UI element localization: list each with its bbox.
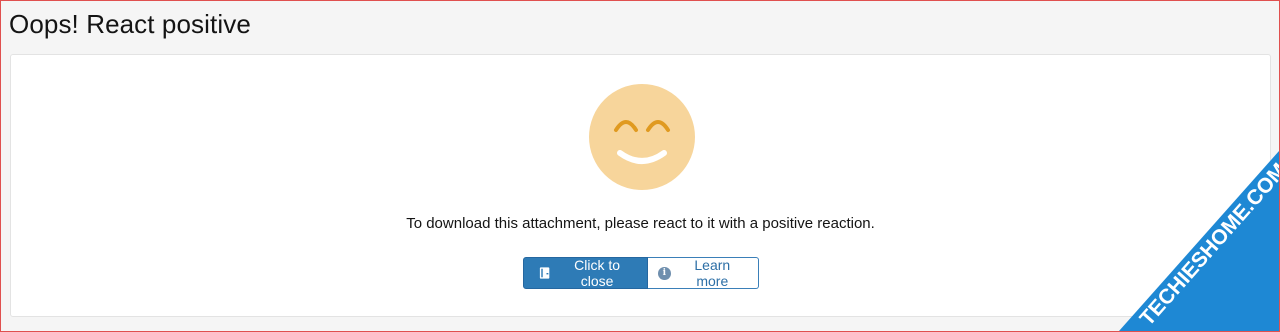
info-icon: i bbox=[658, 266, 671, 280]
learn-more-button[interactable]: i Learn more bbox=[648, 257, 759, 289]
smiling-face-icon bbox=[589, 84, 695, 190]
book-icon bbox=[539, 267, 550, 279]
overlay-title: Oops! React positive bbox=[9, 9, 251, 39]
learn-more-button-label: Learn more bbox=[694, 257, 731, 289]
close-button-label: Click to close bbox=[574, 257, 621, 289]
action-button-group: Click to close i Learn more bbox=[523, 257, 759, 289]
attachment-message: To download this attachment, please reac… bbox=[406, 215, 875, 232]
close-button[interactable]: Click to close bbox=[523, 257, 648, 289]
overlay-body: To download this attachment, please reac… bbox=[10, 54, 1271, 317]
